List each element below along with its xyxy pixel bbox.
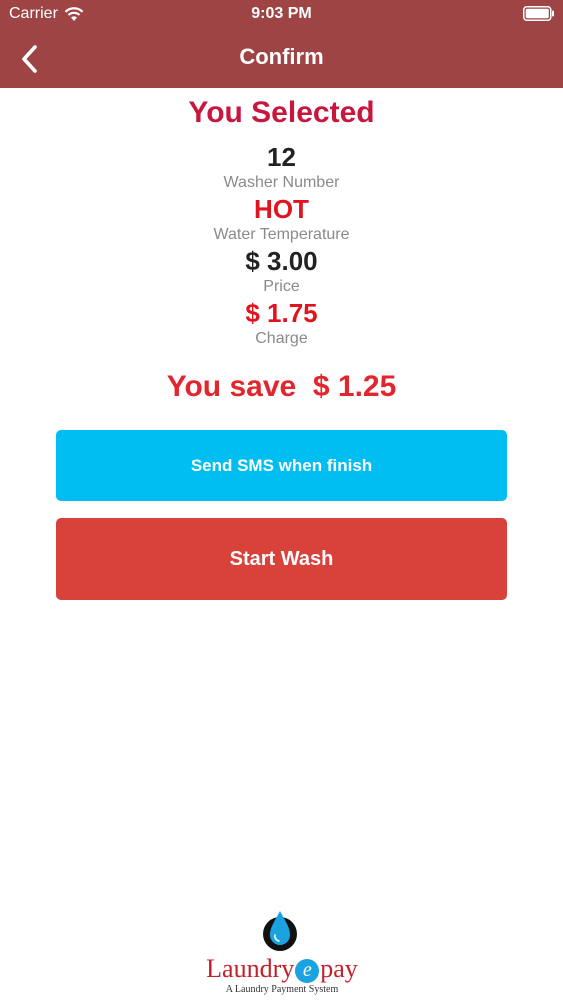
battery-icon <box>523 6 554 21</box>
status-bar: Carrier 9:03 PM <box>0 0 563 30</box>
logo-wordmark-laundry: Laundry <box>206 954 295 983</box>
logo-wordmark: Laundry e pay <box>180 954 384 984</box>
page-title: Confirm <box>239 44 324 69</box>
water-drop-icon <box>263 911 297 951</box>
washer-number-label: Washer Number <box>223 174 340 191</box>
logo-wordmark-e: e <box>295 959 320 984</box>
navigation-bar: Confirm <box>0 30 563 88</box>
washer-number-value: 12 <box>267 142 296 172</box>
water-temperature-value: HOT <box>254 194 309 224</box>
selection-heading: You Selected <box>188 96 375 129</box>
charge-value: $ 1.75 <box>245 298 318 328</box>
price-label: Price <box>263 278 300 295</box>
laundry-epay-logo: Laundry e pay A Laundry Payment System <box>180 908 384 998</box>
send-sms-button[interactable]: Send SMS when finish <box>56 430 507 501</box>
logo-wordmark-pay: pay <box>320 954 358 983</box>
savings-text: You save $ 1.25 <box>166 370 397 403</box>
status-time: 9:03 PM <box>251 5 312 22</box>
charge-label: Charge <box>255 330 308 347</box>
water-temperature-label: Water Temperature <box>213 226 350 243</box>
logo-tagline: A Laundry Payment System <box>225 984 339 995</box>
header: Carrier 9:03 PM Confirm <box>0 0 563 88</box>
price-value: $ 3.00 <box>245 246 318 276</box>
start-wash-button[interactable]: Start Wash <box>56 518 507 600</box>
